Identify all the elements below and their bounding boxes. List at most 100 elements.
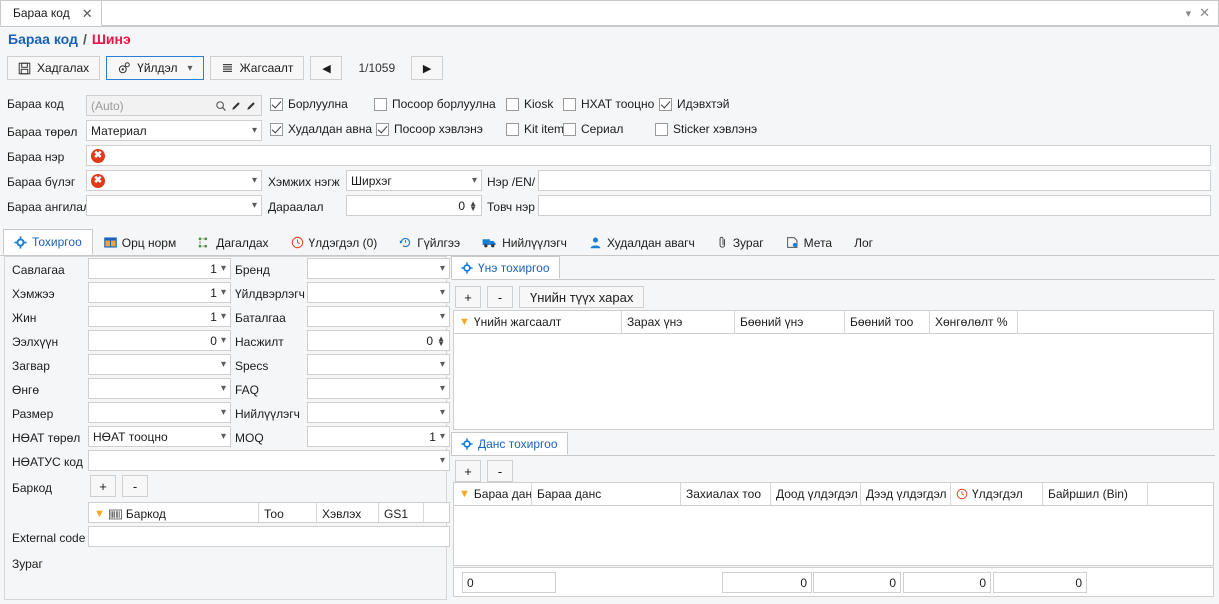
list-button[interactable]: Жагсаалт	[209, 56, 305, 80]
uildverlegch-select[interactable]: ▾	[307, 282, 450, 303]
account-col-bin[interactable]: Байршил (Bin)	[1043, 483, 1148, 505]
moq-select[interactable]: 1 ▾	[307, 426, 450, 447]
footer-total-3[interactable]: 0	[903, 572, 991, 593]
barcode-col-blank[interactable]	[424, 503, 449, 522]
footer-total-2[interactable]: 0	[813, 572, 901, 593]
brend-select[interactable]: ▾	[307, 258, 450, 279]
edit-pencil-icon[interactable]	[230, 100, 242, 112]
price-col-price-list[interactable]: ▼ Үнийн жагсаалт	[454, 311, 622, 333]
account-col-min-stock[interactable]: Доод үлдэгдэл	[771, 483, 861, 505]
close-icon[interactable]: ✕	[82, 7, 93, 20]
edit-pencil-alt-icon[interactable]	[245, 100, 257, 112]
zagvar-select[interactable]: ▾	[88, 354, 231, 375]
price-card-tab[interactable]: Үнэ тохиргоо	[451, 256, 560, 279]
price-col-sell-price[interactable]: Зарах үнэ	[622, 311, 735, 333]
item-category-select[interactable]: ▾	[86, 195, 262, 216]
action-dropdown-button[interactable]: Үйлдэл ▾	[106, 56, 204, 80]
account-col-blank[interactable]	[1148, 483, 1213, 505]
tab-tohirgoo[interactable]: Тохиргоо	[3, 229, 93, 255]
tab-orts-norm[interactable]: Орц норм	[93, 229, 187, 255]
checkbox-borluulna[interactable]: Борлуулна	[270, 97, 348, 111]
tab-guilgee[interactable]: Гүйлгээ	[388, 229, 471, 255]
checkbox-kiosk[interactable]: Kiosk	[506, 97, 553, 111]
next-record-button[interactable]: ▶	[411, 56, 444, 80]
save-button[interactable]: Хадгалах	[7, 56, 101, 80]
price-remove-button[interactable]: -	[487, 286, 513, 308]
account-add-button[interactable]: +	[455, 460, 481, 482]
account-col-max-stock[interactable]: Дээд үлдэгдэл	[861, 483, 951, 505]
checkbox-sticker-hevlene[interactable]: Sticker хэвлэнэ	[655, 122, 757, 136]
price-col-wholesale-qty[interactable]: Бөөний тоо	[845, 311, 930, 333]
account-card-tab[interactable]: Данс тохиргоо	[451, 432, 568, 455]
price-col-wholesale-price[interactable]: Бөөний үнэ	[735, 311, 845, 333]
tab-uldegdel[interactable]: Үлдэгдэл (0)	[280, 229, 389, 255]
footer-total-0[interactable]: 0	[462, 572, 556, 593]
barcode-add-button[interactable]: +	[90, 475, 116, 497]
account-remove-button[interactable]: -	[487, 460, 513, 482]
external-code-input[interactable]	[88, 526, 450, 547]
account-col-item-account-2[interactable]: Бараа данс	[532, 483, 681, 505]
item-type-select[interactable]: Материал ▾	[86, 120, 262, 141]
tab-meta[interactable]: Мета	[775, 229, 843, 255]
eeelhuun-select[interactable]: 0 ▾	[88, 330, 231, 351]
checkbox-posoor-hevlene[interactable]: Посоор хэвлэнэ	[376, 122, 483, 136]
price-col-blank[interactable]	[1018, 311, 1213, 333]
tab-hudaldan-avagch[interactable]: Худалдан авагч	[578, 229, 706, 255]
nasjilt-stepper[interactable]: 0 ▲ ▼	[307, 330, 450, 351]
noatus-kod-select[interactable]: ▾	[88, 450, 450, 471]
checkbox-hudaldan-avna[interactable]: Худалдан авна	[270, 122, 372, 136]
account-col-item-account-1[interactable]: ▼ Бараа данс	[454, 483, 532, 505]
account-col-remainder[interactable]: Үлдэгдэл	[951, 483, 1043, 505]
jin-select[interactable]: 1 ▾	[88, 306, 231, 327]
spinner-icon[interactable]: ▲ ▼	[469, 199, 477, 212]
window-tab-baraa-kod[interactable]: Бараа код ✕	[0, 0, 102, 26]
checkbox-kit-item[interactable]: Kit item	[506, 122, 564, 136]
checkbox-idevhtei[interactable]: Идэвхтэй	[659, 97, 729, 111]
spinner-icon[interactable]: ▲ ▼	[437, 334, 445, 347]
filter-funnel-icon[interactable]: ▼	[459, 488, 470, 500]
hemjee-select[interactable]: 1 ▾	[88, 282, 231, 303]
prev-record-button[interactable]: ◀	[310, 56, 343, 80]
chevron-down-icon[interactable]: ▾	[1186, 7, 1192, 20]
footer-total-4[interactable]: 0	[993, 572, 1087, 593]
search-icon[interactable]	[215, 100, 227, 112]
savlagaa-select[interactable]: 1 ▾	[88, 258, 231, 279]
barcode-col-too[interactable]: Тоо	[259, 503, 317, 522]
niiluulegch-select[interactable]: ▾	[307, 402, 450, 423]
barcode-col-barkod[interactable]: ▼ Баркод	[89, 503, 259, 522]
barcode-col-hevleh[interactable]: Хэвлэх	[317, 503, 379, 522]
item-code-input[interactable]: (Auto)	[86, 95, 262, 116]
account-grid-body[interactable]	[454, 506, 1213, 565]
checkbox-posoor-borluulna[interactable]: Посоор борлуулна	[374, 97, 496, 111]
tab-zurag[interactable]: Зураг	[706, 229, 775, 255]
item-group-select[interactable]: ✖ ▾	[86, 170, 262, 191]
breadcrumb-root[interactable]: Бараа код	[8, 31, 78, 47]
specs-select[interactable]: ▾	[307, 354, 450, 375]
account-col-order-qty[interactable]: Захиалах тоо	[681, 483, 771, 505]
filter-funnel-icon[interactable]: ▼	[459, 316, 470, 328]
checkbox-nhat-tootsno[interactable]: НХАТ тооцно	[563, 97, 654, 111]
tab-dagaldah[interactable]: Дагалдах	[187, 229, 279, 255]
item-name-input[interactable]: ✖	[86, 145, 1211, 166]
batalgaa-select[interactable]: ▾	[307, 306, 450, 327]
tab-niiluulegch[interactable]: Нийлүүлэгч	[471, 229, 578, 255]
filter-funnel-icon[interactable]: ▼	[94, 508, 105, 520]
order-stepper[interactable]: 0 ▲ ▼	[346, 195, 482, 216]
close-icon[interactable]: ✕	[1199, 5, 1210, 21]
barcode-remove-button[interactable]: -	[122, 475, 148, 497]
razmer-select[interactable]: ▾	[88, 402, 231, 423]
price-history-button[interactable]: Үнийн түүх харах	[519, 286, 645, 308]
noat-turul-select[interactable]: НӨАТ тооцно ▾	[88, 426, 231, 447]
tab-log[interactable]: Лог	[843, 229, 884, 255]
footer-total-1[interactable]: 0	[722, 572, 812, 593]
checkbox-serial[interactable]: Сериал	[563, 122, 623, 136]
faq-select[interactable]: ▾	[307, 378, 450, 399]
price-add-button[interactable]: +	[455, 286, 481, 308]
name-en-input[interactable]	[538, 170, 1211, 191]
short-name-input[interactable]	[538, 195, 1211, 216]
price-col-discount[interactable]: Хөнгөлөлт %	[930, 311, 1018, 333]
onge-select[interactable]: ▾	[88, 378, 231, 399]
price-grid-body[interactable]	[454, 334, 1213, 429]
unit-select[interactable]: Ширхэг ▾	[346, 170, 482, 191]
barcode-col-gs1[interactable]: GS1	[379, 503, 424, 522]
